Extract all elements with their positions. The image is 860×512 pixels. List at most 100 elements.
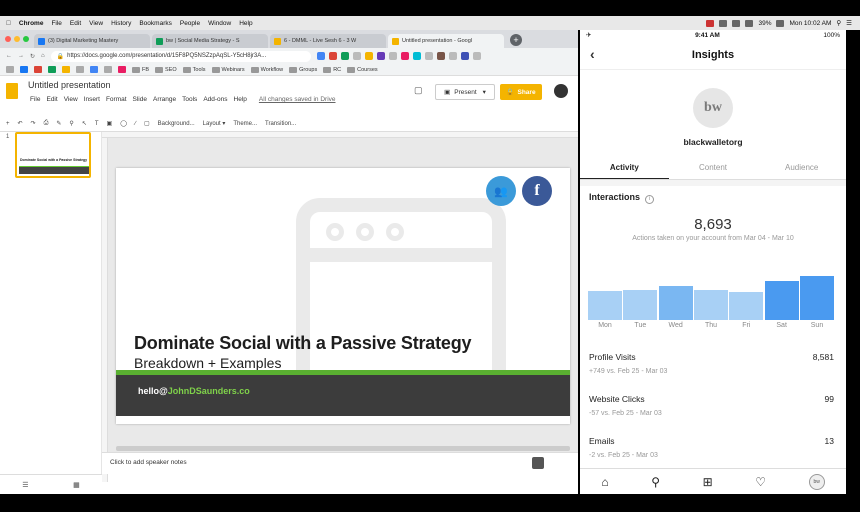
bookmark-icon[interactable]: [62, 66, 70, 73]
extension-icon[interactable]: [472, 52, 481, 60]
search-icon[interactable]: ⚲: [836, 19, 841, 27]
extension-icon[interactable]: [388, 52, 397, 60]
menu-bookmarks[interactable]: Bookmarks: [139, 20, 172, 27]
menu-insert[interactable]: Insert: [84, 96, 100, 103]
heart-icon[interactable]: ♡: [755, 475, 766, 489]
comment-icon[interactable]: ▢: [414, 85, 423, 96]
minimize-window-icon[interactable]: [14, 36, 20, 42]
forward-icon[interactable]: →: [18, 53, 24, 59]
present-button[interactable]: ▣ Present ▾: [435, 84, 495, 100]
menu-help[interactable]: Help: [234, 96, 247, 103]
menu-arrange[interactable]: Arrange: [153, 96, 176, 103]
browser-tab[interactable]: 6 - DMML - Live Sesh 6 - 3 W: [270, 34, 386, 48]
bookmark-folder-tools[interactable]: Tools: [182, 66, 206, 73]
zoom-icon[interactable]: ⚲: [69, 120, 73, 127]
menu-file[interactable]: File: [30, 96, 40, 103]
wifi-icon[interactable]: [745, 19, 754, 27]
menu-view[interactable]: View: [89, 20, 103, 27]
bookmark-icon[interactable]: [6, 66, 14, 73]
reload-icon[interactable]: ↻: [30, 53, 35, 60]
document-title[interactable]: Untitled presentation: [28, 80, 111, 90]
add-post-icon[interactable]: ⊞: [703, 475, 713, 489]
extension-icon[interactable]: [460, 52, 469, 60]
shape-icon[interactable]: ◯: [120, 120, 127, 127]
slide-title[interactable]: Dominate Social with a Passive Strategy: [134, 333, 472, 354]
bookmark-folder-seo[interactable]: SEO: [155, 66, 177, 73]
bookmark-folder-rc[interactable]: RC: [323, 66, 341, 73]
metric-emails[interactable]: Emails 13 -2 vs. Feb 25 - Mar 03: [589, 436, 834, 459]
speaker-notes[interactable]: Click to add speaker notes: [102, 452, 578, 474]
browser-tab[interactable]: (3) Digital Marketing Mastery: [34, 34, 150, 48]
explore-icon[interactable]: [532, 457, 544, 469]
close-window-icon[interactable]: [5, 36, 11, 42]
slides-logo-icon[interactable]: [6, 83, 18, 99]
browser-tab[interactable]: bw | Social Media Strategy - S: [152, 34, 268, 48]
back-icon[interactable]: ‹: [590, 46, 595, 62]
redo-icon[interactable]: ↷: [31, 120, 36, 127]
facebook-icon[interactable]: f: [522, 176, 552, 206]
menu-help[interactable]: Help: [239, 20, 252, 27]
extension-icon[interactable]: [436, 52, 445, 60]
bookmark-folder-groups[interactable]: Groups: [289, 66, 317, 73]
menu-view[interactable]: View: [64, 96, 78, 103]
menu-edit[interactable]: Edit: [46, 96, 57, 103]
menu-list-icon[interactable]: ☰: [846, 19, 852, 27]
bookmark-folder-webinars[interactable]: Webinars: [211, 66, 245, 73]
browser-tab-active[interactable]: Untitled presentation - Googl: [388, 34, 504, 48]
info-icon[interactable]: i: [645, 195, 655, 204]
slide-thumbnail[interactable]: Dominate Social with a Passive Strategy: [15, 132, 91, 178]
print-icon[interactable]: ⎙: [44, 120, 49, 127]
menu-format[interactable]: Format: [106, 96, 127, 103]
menu-addons[interactable]: Add-ons: [203, 96, 227, 103]
grid-view-icon[interactable]: ▦: [73, 481, 80, 489]
back-icon[interactable]: ←: [6, 53, 12, 59]
bookmark-icon[interactable]: [118, 66, 126, 73]
menu-window[interactable]: Window: [208, 20, 231, 27]
status-icon[interactable]: [732, 19, 741, 27]
bookmark-icon[interactable]: [76, 66, 84, 73]
new-slide-icon[interactable]: +: [6, 121, 10, 127]
save-status[interactable]: All changes saved in Drive: [259, 96, 336, 103]
slide-subtitle[interactable]: Breakdown + Examples: [134, 355, 281, 371]
metric-website-clicks[interactable]: Website Clicks 99 -57 vs. Feb 25 - Mar 0…: [589, 394, 834, 417]
groups-icon[interactable]: 👥: [486, 176, 516, 206]
layout-button[interactable]: Layout ▾: [203, 120, 226, 127]
metric-profile-visits[interactable]: Profile Visits 8,581 +749 vs. Feb 25 - M…: [589, 352, 834, 375]
bookmark-folder-courses[interactable]: Courses: [347, 66, 378, 73]
extension-icon[interactable]: [424, 52, 433, 60]
extension-icon[interactable]: [412, 52, 421, 60]
menu-app[interactable]: Chrome: [19, 20, 44, 27]
tab-content[interactable]: Content: [669, 156, 758, 179]
list-view-icon[interactable]: ☰: [22, 481, 28, 489]
menu-file[interactable]: File: [51, 20, 61, 27]
extension-icon[interactable]: [352, 52, 361, 60]
url-input[interactable]: 🔒 https://docs.google.com/presentation/d…: [50, 50, 311, 62]
paint-format-icon[interactable]: ✎: [56, 120, 61, 127]
background-button[interactable]: Background...: [158, 121, 195, 127]
theme-button[interactable]: Theme...: [233, 121, 257, 127]
chevron-down-icon[interactable]: ▾: [483, 88, 486, 96]
menu-people[interactable]: People: [180, 20, 200, 27]
extension-icon[interactable]: [400, 52, 409, 60]
tab-audience[interactable]: Audience: [757, 156, 846, 179]
textbox-icon[interactable]: T: [95, 121, 99, 127]
line-icon[interactable]: ∕: [135, 121, 136, 127]
menu-tools[interactable]: Tools: [182, 96, 197, 103]
bookmark-icon[interactable]: [34, 66, 42, 73]
maximize-window-icon[interactable]: [23, 36, 29, 42]
slide[interactable]: 👥 f Dominate Social with a Passive Strat…: [116, 168, 570, 424]
menu-slide[interactable]: Slide: [133, 96, 147, 103]
select-icon[interactable]: ↖: [82, 120, 87, 127]
transition-button[interactable]: Transition...: [265, 121, 296, 127]
clock[interactable]: Mon 10:02 AM: [789, 20, 831, 27]
comment-add-icon[interactable]: ▢: [144, 120, 150, 127]
extension-icon[interactable]: [340, 52, 349, 60]
extension-icon[interactable]: [376, 52, 385, 60]
bookmark-icon[interactable]: [104, 66, 112, 73]
home-icon[interactable]: ⌂: [41, 53, 45, 59]
extension-icon[interactable]: [364, 52, 373, 60]
bookmark-folder-fb[interactable]: FB: [132, 66, 149, 73]
share-button[interactable]: 🔒 Share: [500, 84, 542, 100]
extension-icon[interactable]: [448, 52, 457, 60]
image-icon[interactable]: ▣: [107, 120, 113, 127]
